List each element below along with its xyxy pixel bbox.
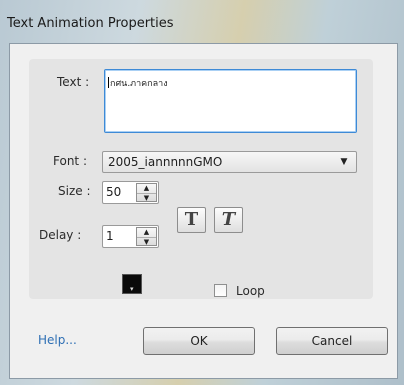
arrow-up-icon[interactable]: ▲ <box>137 184 156 192</box>
cancel-button-label: Cancel <box>311 334 353 348</box>
window-title: Text Animation Properties <box>7 16 174 31</box>
arrow-down-icon[interactable]: ▼ <box>137 237 156 246</box>
size-value: 50 <box>106 185 122 199</box>
bold-icon: T <box>184 209 199 230</box>
size-label: Size : <box>58 184 91 198</box>
delay-value: 1 <box>106 229 114 243</box>
arrow-down-icon[interactable]: ▼ <box>137 193 156 202</box>
loop-checkbox[interactable] <box>214 284 227 297</box>
swatch-dropdown-icon: ▾ <box>130 285 134 293</box>
text-caret <box>108 77 109 88</box>
delay-stepper[interactable]: 1 ▲ ▼ <box>102 225 159 248</box>
italic-button[interactable]: T <box>214 207 243 233</box>
cancel-button[interactable]: Cancel <box>276 327 388 355</box>
dialog-body: Text : กศน.ภาคกลาง Font : 2005_iannnnnGM… <box>9 43 398 379</box>
bold-button[interactable]: T <box>177 207 206 233</box>
loop-label[interactable]: Loop <box>236 284 265 298</box>
properties-group: Text : กศน.ภาคกลาง Font : 2005_iannnnnGM… <box>29 59 373 299</box>
help-link[interactable]: Help... <box>38 333 77 347</box>
chevron-down-icon[interactable]: ▼ <box>335 152 353 172</box>
size-spin-buttons: ▲ ▼ <box>136 183 157 202</box>
title-bar[interactable]: Text Animation Properties <box>0 0 404 44</box>
arrow-up-icon[interactable]: ▲ <box>137 228 156 236</box>
font-select-value: 2005_iannnnnGMO <box>108 155 223 169</box>
delay-label: Delay : <box>39 228 82 242</box>
size-stepper[interactable]: 50 ▲ ▼ <box>102 181 159 204</box>
italic-icon: T <box>221 209 236 230</box>
text-label: Text : <box>57 75 90 89</box>
ok-button-label: OK <box>190 334 208 348</box>
text-input[interactable]: กศน.ภาคกลาง <box>104 69 357 133</box>
font-label: Font : <box>53 154 87 168</box>
text-input-value: กศน.ภาคกลาง <box>110 79 168 89</box>
font-select[interactable]: 2005_iannnnnGMO ▼ <box>102 151 357 173</box>
delay-spin-buttons: ▲ ▼ <box>136 227 157 246</box>
dialog-window: Text Animation Properties Text : กศน.ภาค… <box>0 0 404 385</box>
ok-button[interactable]: OK <box>143 327 255 355</box>
